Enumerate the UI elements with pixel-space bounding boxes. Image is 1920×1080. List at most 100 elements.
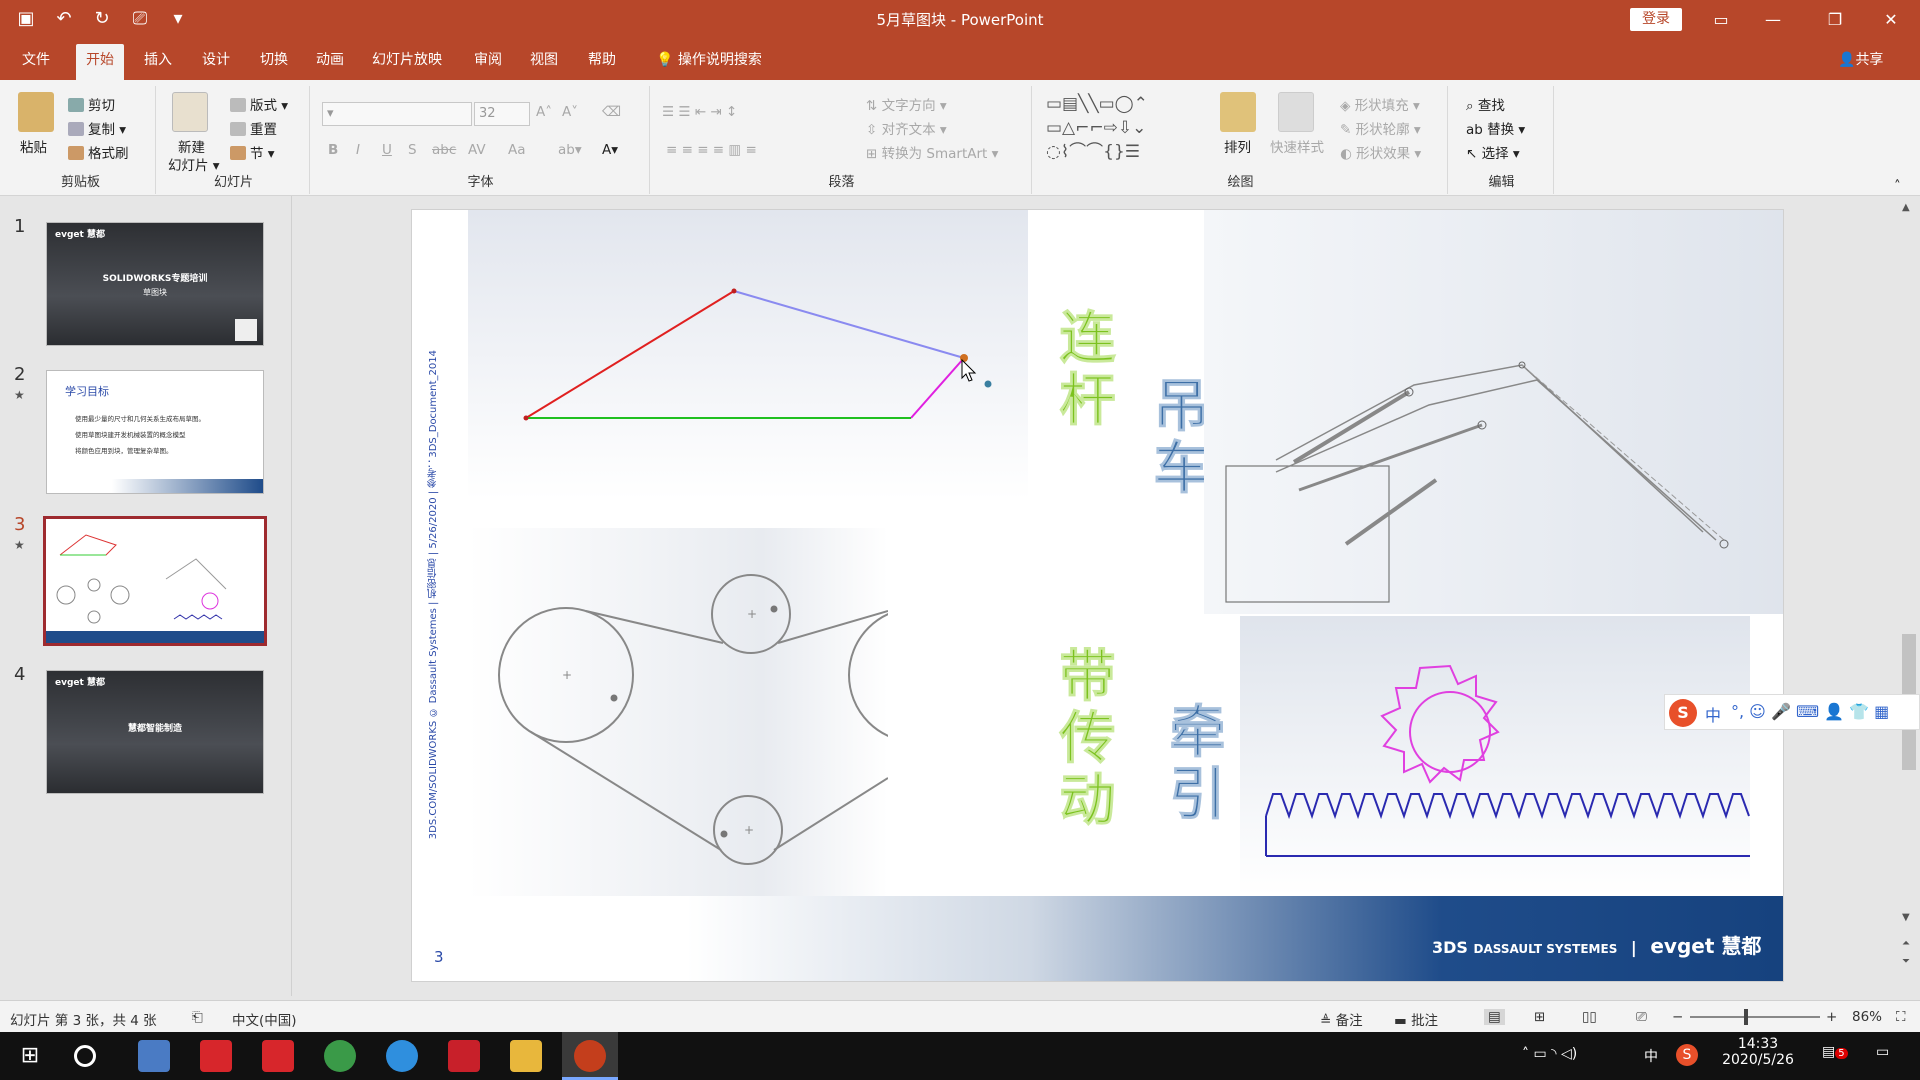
change-case-button[interactable]: Aa — [508, 142, 526, 158]
ime-mode[interactable]: 中 — [1705, 702, 1721, 726]
slide-3[interactable]: 3DS.COM/SOLIDWORKS © Dassault Systemes |… — [411, 209, 1784, 982]
char-spacing-button[interactable]: AV — [468, 142, 486, 158]
layout-button[interactable]: 版式 ▾ — [230, 94, 288, 114]
shadow-button[interactable]: S — [408, 142, 417, 158]
font-size-combo[interactable]: 32 — [474, 102, 530, 126]
tab-slideshow[interactable]: 幻灯片放映 — [362, 40, 452, 80]
spellcheck-icon[interactable]: ⎗ — [192, 1009, 203, 1025]
reading-view-icon[interactable]: ▯▯ — [1582, 1009, 1597, 1025]
tab-home[interactable]: 开始 — [76, 44, 124, 80]
cortana-icon[interactable] — [74, 1045, 96, 1067]
action-center-icon[interactable]: ▭ — [1876, 1044, 1889, 1060]
quick-styles-button[interactable]: 快速样式 — [1270, 136, 1324, 156]
text-direction-button[interactable]: ⇅ 文字方向 ▾ — [866, 94, 947, 114]
next-slide-icon[interactable]: ⏷ — [1902, 956, 1910, 967]
bold-button[interactable]: B — [328, 142, 338, 158]
tray-icons[interactable]: ˄ ▭ ◝ ◁) — [1522, 1046, 1577, 1062]
windows-start-icon[interactable]: ⊞ — [14, 1040, 46, 1072]
zoom-slider-track[interactable] — [1690, 1016, 1820, 1018]
collapse-ribbon-icon[interactable]: ˄ — [1894, 178, 1901, 194]
app-icon-bird[interactable] — [386, 1040, 418, 1072]
paste-button[interactable]: 粘贴 — [20, 136, 47, 156]
zoom-slider-knob[interactable] — [1744, 1009, 1748, 1025]
ime-toolbar[interactable]: S 中 °, ☺ 🎤 ⌨ 👤 👕 ▦ — [1664, 694, 1920, 730]
clock[interactable]: 14:33 2020/5/26 — [1722, 1036, 1794, 1068]
arrange-button[interactable]: 排列 — [1224, 136, 1251, 156]
smartart-button[interactable]: ⊞ 转换为 SmartArt ▾ — [866, 142, 998, 162]
tab-insert[interactable]: 插入 — [134, 40, 182, 80]
fit-slide-icon[interactable]: ⛶ — [1896, 1009, 1905, 1025]
scroll-up-icon[interactable]: ▲ — [1902, 202, 1910, 213]
tab-view[interactable]: 视图 — [520, 40, 568, 80]
reset-button[interactable]: 重置 — [230, 118, 277, 138]
thumbnail-slide-4[interactable]: evget 慧都 慧都智能制造 — [46, 670, 264, 794]
sogou-icon[interactable]: S — [1669, 699, 1697, 727]
new-slide-icon[interactable] — [172, 92, 208, 132]
ribbon-display-icon[interactable]: ▭ — [1698, 0, 1744, 40]
tab-design[interactable]: 设计 — [192, 40, 240, 80]
copy-button[interactable]: 复制 ▾ — [68, 118, 126, 138]
paste-icon[interactable] — [18, 92, 54, 132]
cut-button[interactable]: 剪切 — [68, 94, 115, 114]
prev-slide-icon[interactable]: ⏶ — [1902, 938, 1910, 949]
tray-sogou-icon[interactable]: S — [1676, 1044, 1698, 1066]
restore-icon[interactable]: ❐ — [1812, 0, 1858, 40]
align-text-button[interactable]: ⇳ 对齐文本 ▾ — [866, 118, 947, 138]
section-button[interactable]: 节 ▾ — [230, 142, 275, 162]
strikethrough-button[interactable]: abc — [432, 142, 456, 158]
ime-tools-icons[interactable]: °, ☺ 🎤 ⌨ 👤 👕 ▦ — [1731, 702, 1889, 721]
thumbnail-slide-2[interactable]: 学习目标 使用最少量的尺寸和几何关系生成布局草图。 使用草图块建开发机械装置的概… — [46, 370, 264, 494]
youdao-icon[interactable] — [262, 1040, 294, 1072]
tab-animations[interactable]: 动画 — [306, 40, 354, 80]
italic-button[interactable]: I — [356, 142, 360, 158]
highlight-icon[interactable]: ab▾ — [558, 142, 582, 158]
font-name-combo[interactable]: ▾ — [322, 102, 472, 126]
close-icon[interactable]: ✕ — [1868, 0, 1914, 40]
slideshow-view-icon[interactable]: ⎚ — [1636, 1009, 1647, 1025]
thumbnail-slide-3[interactable] — [43, 516, 267, 646]
language-indicator[interactable]: 中文(中国) — [232, 1009, 297, 1029]
scroll-down-icon[interactable]: ▼ — [1902, 912, 1910, 923]
align-icons[interactable]: ≡ ≡ ≡ ≡ ▥ ≡ — [666, 142, 757, 158]
find-button[interactable]: ⌕ 查找 — [1466, 94, 1505, 114]
slide-sorter-icon[interactable]: ⊞ — [1534, 1009, 1545, 1025]
traction-sketch-panel[interactable] — [1240, 616, 1750, 896]
zoom-in-icon[interactable]: + — [1826, 1009, 1837, 1025]
notification-center-icon[interactable]: ▤ 5 — [1822, 1044, 1848, 1060]
zoom-out-icon[interactable]: − — [1672, 1009, 1683, 1025]
new-slide-label-1[interactable]: 新建 — [178, 136, 205, 156]
underline-button[interactable]: U — [382, 142, 392, 158]
solidworks-icon[interactable] — [448, 1040, 480, 1072]
powerpoint-taskbar-item[interactable] — [562, 1032, 618, 1080]
share-button[interactable]: 👤共享 — [1838, 40, 1883, 80]
tab-file[interactable]: 文件 — [12, 40, 60, 80]
vertical-scrollbar[interactable]: ▲ ▼ ⏶ ⏷ — [1898, 196, 1920, 996]
tab-review[interactable]: 审阅 — [464, 40, 512, 80]
tell-me-search[interactable]: 💡 操作说明搜索 — [646, 40, 772, 80]
font-color-icon[interactable]: A▾ — [602, 142, 618, 158]
shape-effects-button[interactable]: ◐ 形状效果 ▾ — [1340, 142, 1421, 162]
tab-transitions[interactable]: 切换 — [250, 40, 298, 80]
linkage-sketch-panel[interactable] — [468, 210, 1028, 500]
minimize-icon[interactable]: — — [1750, 0, 1796, 40]
tab-help[interactable]: 帮助 — [578, 40, 626, 80]
app-icon-2[interactable] — [200, 1040, 232, 1072]
shape-outline-button[interactable]: ✎ 形状轮廓 ▾ — [1340, 118, 1421, 138]
tray-ime-indicator[interactable]: 中 — [1644, 1046, 1658, 1066]
select-button[interactable]: ↖ 选择 ▾ — [1466, 142, 1520, 162]
crane-sketch-panel[interactable] — [1204, 210, 1783, 614]
format-painter-button[interactable]: 格式刷 — [68, 142, 129, 162]
grow-font-icon[interactable]: A˄ — [536, 104, 552, 120]
chrome-icon[interactable] — [324, 1040, 356, 1072]
login-button[interactable]: 登录 — [1630, 8, 1682, 31]
zoom-level[interactable]: 86% — [1852, 1009, 1882, 1025]
quick-styles-icon[interactable] — [1278, 92, 1314, 132]
shape-fill-button[interactable]: ◈ 形状填充 ▾ — [1340, 94, 1420, 114]
normal-view-icon[interactable]: ▤ — [1484, 1009, 1505, 1025]
thumbnail-slide-1[interactable]: evget 慧都 SOLIDWORKS专题培训 草图块 — [46, 222, 264, 346]
bullets-icon[interactable]: ☰ ☰ ⇤ ⇥ ↕ — [662, 104, 737, 120]
file-explorer-icon[interactable] — [510, 1040, 542, 1072]
shapes-gallery[interactable]: ▭▤╲╲▭◯⌃ ▭△⌐⌐⇨⇩⌄ ◌⌇⌒⌒{}☰ — [1046, 92, 1216, 164]
arrange-icon[interactable] — [1220, 92, 1256, 132]
comments-button[interactable]: ▬ 批注 — [1394, 1009, 1438, 1029]
